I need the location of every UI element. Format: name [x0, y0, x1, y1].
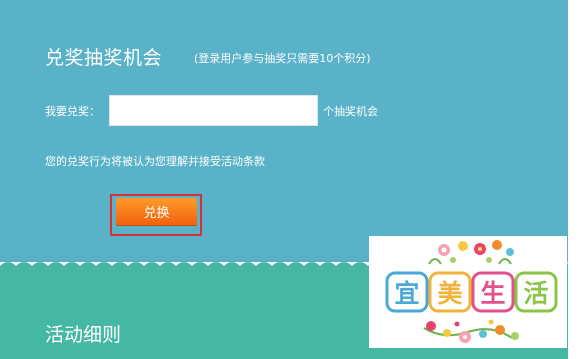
logo-char-4: 活 [523, 279, 548, 308]
redeem-panel [0, 0, 568, 262]
redeem-button[interactable]: 兑换 [116, 198, 197, 225]
amount-input[interactable] [109, 95, 318, 126]
terms-notice: 您的兑奖行为将被认为您理解并接受活动条款 [45, 155, 265, 168]
amount-suffix: 个抽奖机会 [323, 105, 378, 118]
promo-logo-image: 宜 美 生 活 [369, 236, 567, 348]
amount-label: 我要兑奖： [45, 105, 100, 118]
page-title: 兑奖抽奖机会 [45, 47, 163, 69]
flower-top-decoration [428, 240, 514, 265]
logo-char-2: 美 [437, 279, 462, 308]
points-requirement-note: (登录用户参与抽奖只需要10个积分) [194, 52, 371, 65]
flower-bottom-decoration [423, 319, 519, 343]
rules-title: 活动细则 [45, 324, 122, 346]
logo-tiles: 宜 美 生 活 [385, 271, 558, 313]
logo-char-1: 宜 [394, 279, 419, 308]
logo-char-3: 生 [480, 279, 505, 308]
